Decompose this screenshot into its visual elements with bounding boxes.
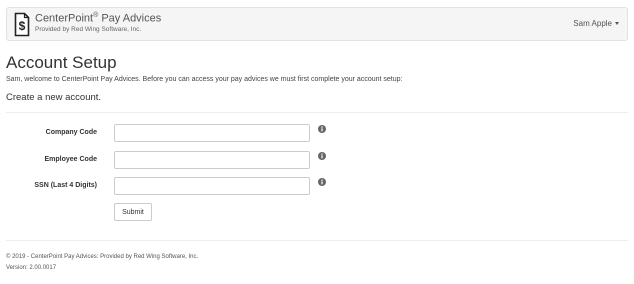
ssn-label: SSN (Last 4 Digits) — [34, 182, 97, 189]
submit-button[interactable]: Submit — [114, 203, 152, 221]
top-navbar: $ CenterPoint® Pay Advices Provided by R… — [6, 7, 628, 41]
form-subtitle: Create a new account. — [6, 92, 102, 103]
user-name: Sam Apple — [573, 19, 612, 28]
employee-code-input[interactable] — [114, 151, 310, 169]
ssn-input[interactable] — [114, 177, 310, 195]
svg-text:$: $ — [19, 19, 26, 33]
footer-divider — [6, 240, 628, 241]
company-code-label: Company Code — [45, 129, 97, 136]
footer-copyright: © 2019 - CenterPoint Pay Advices: Provid… — [6, 254, 199, 260]
page-title: Account Setup — [6, 53, 117, 72]
company-code-input[interactable] — [114, 124, 310, 142]
footer-version: Version: 2.00.0017 — [6, 265, 57, 271]
divider — [6, 112, 628, 113]
brand-name[interactable]: CenterPoint® Pay Advices — [35, 12, 161, 25]
company-code-info-icon[interactable] — [318, 125, 326, 133]
welcome-message: Sam, welcome to CenterPoint Pay Advices.… — [6, 76, 403, 83]
employee-code-label: Employee Code — [44, 156, 97, 163]
caret-down-icon — [615, 22, 619, 26]
dollar-document-icon: $ — [14, 12, 30, 37]
employee-code-info-icon[interactable] — [318, 152, 326, 160]
user-menu-dropdown[interactable]: Sam Apple — [573, 19, 619, 28]
ssn-info-icon[interactable] — [318, 178, 326, 186]
brand-subtitle: Provided by Red Wing Software, Inc. — [35, 26, 142, 33]
